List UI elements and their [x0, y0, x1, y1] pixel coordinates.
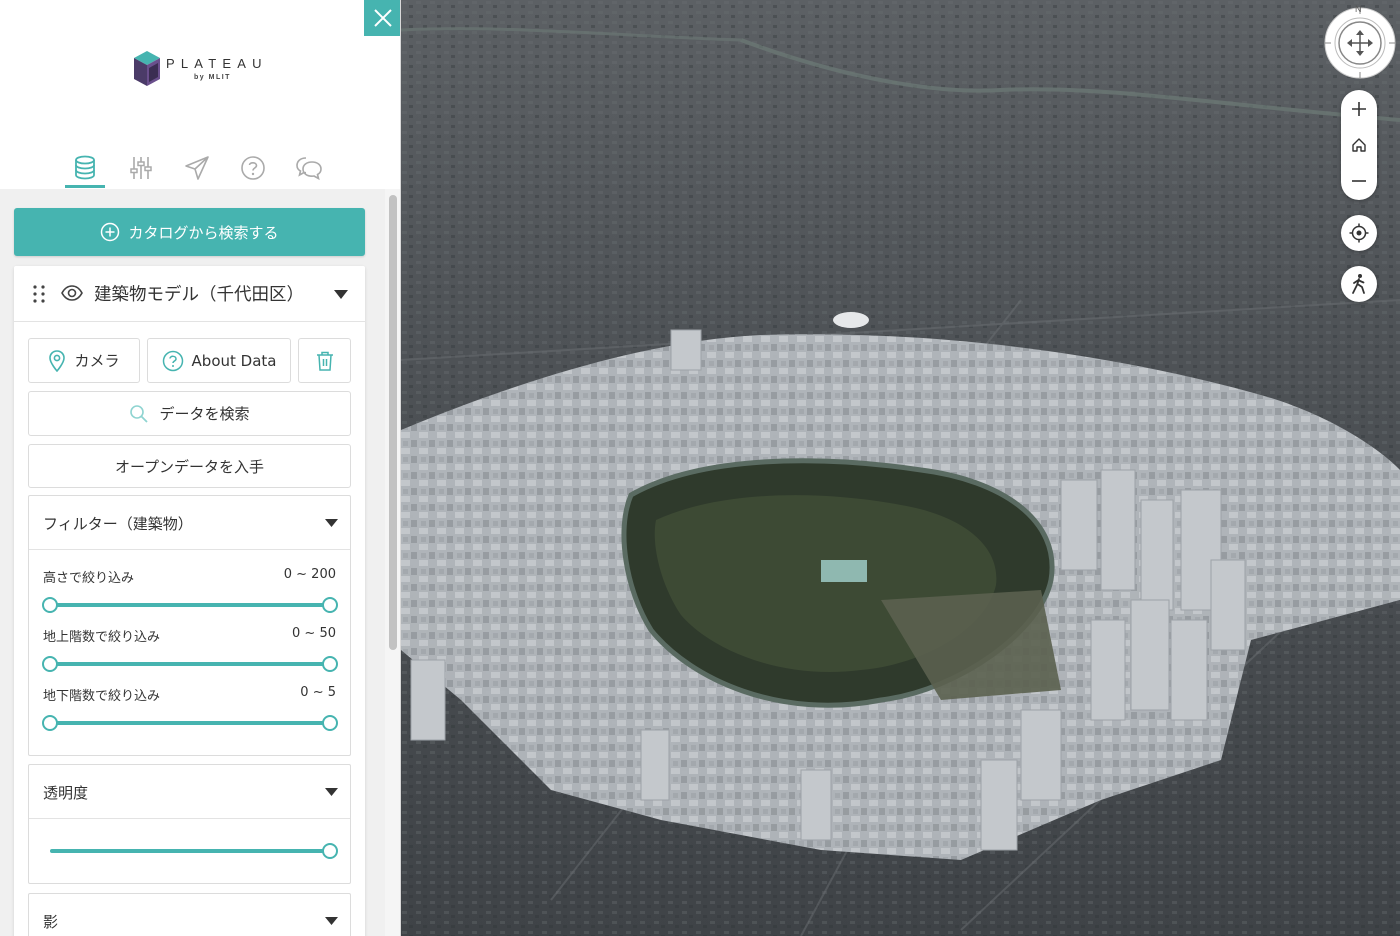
floors-below-filter-min-handle[interactable]: [42, 715, 58, 731]
plus-icon: [1352, 102, 1366, 116]
floors-above-filter-track[interactable]: [50, 662, 330, 666]
trash-icon: [316, 351, 333, 371]
open-data-label: オープンデータを入手: [114, 457, 265, 476]
chevron-down-icon[interactable]: [325, 917, 338, 925]
floors-above-filter-max-handle[interactable]: [322, 656, 338, 672]
sliders-icon: [130, 157, 152, 179]
budokan-roof: [833, 312, 869, 328]
search-catalog-label: カタログから検索する: [128, 223, 279, 242]
plateau-logo: PLATEAU by MLIT: [132, 50, 272, 90]
crosshair-icon: [1349, 223, 1369, 243]
shadow-section: 影: [28, 893, 351, 936]
floors-above-filter-min-handle[interactable]: [42, 656, 58, 672]
height-filter-min-handle[interactable]: [42, 597, 58, 613]
chevron-down-icon[interactable]: [325, 788, 338, 796]
height-filter-range: 0 ~ 200: [283, 567, 336, 582]
zoom-out-button[interactable]: [1341, 165, 1377, 197]
search-data-label: データを検索: [159, 405, 250, 423]
panel-scrollbar[interactable]: [385, 189, 400, 936]
opacity-slider-handle[interactable]: [322, 843, 338, 859]
scrollbar-thumb[interactable]: [389, 195, 397, 650]
opacity-section-header[interactable]: 透明度: [29, 765, 350, 819]
chevron-down-icon[interactable]: [325, 519, 338, 527]
tab-help[interactable]: [233, 150, 273, 188]
camera-label: カメラ: [74, 352, 120, 370]
chevron-down-icon[interactable]: [334, 290, 348, 299]
add-circle-icon: [101, 222, 120, 242]
drag-handle-icon[interactable]: [32, 284, 46, 304]
plateau-cube-icon: [134, 51, 160, 86]
database-icon: [75, 155, 95, 180]
shadow-section-header[interactable]: 影: [29, 894, 350, 936]
tab-data-layers[interactable]: [65, 150, 105, 188]
tab-settings[interactable]: [121, 150, 161, 188]
layer-title: 建築物モデル（千代田区）: [94, 285, 304, 305]
search-icon: [130, 404, 149, 423]
eye-icon[interactable]: [61, 285, 83, 301]
tab-share[interactable]: [177, 150, 217, 188]
delete-layer-button[interactable]: [298, 338, 351, 383]
floors-below-filter-range: 0 ~ 5: [300, 685, 336, 700]
about-data-label: About Data: [191, 351, 277, 370]
opacity-slider-track[interactable]: [50, 849, 330, 853]
filter-section-header[interactable]: フィルター（建築物）: [29, 496, 350, 550]
home-icon: [1352, 138, 1366, 152]
opacity-section: 透明度: [28, 764, 351, 884]
filter-section: フィルター（建築物） 高さで絞り込み 0 ~ 200 地上階数で絞り込み 0 ~…: [28, 495, 351, 756]
layer-header: 建築物モデル（千代田区）: [14, 266, 365, 322]
height-filter-max-handle[interactable]: [322, 597, 338, 613]
logo-text: PLATEAU: [166, 56, 268, 71]
layer-card: 建築物モデル（千代田区） カメラ About Data データを検索 オープンデ…: [14, 266, 365, 936]
floors-below-filter-track[interactable]: [50, 721, 330, 725]
search-catalog-button[interactable]: カタログから検索する: [14, 208, 365, 256]
close-icon: [373, 9, 392, 27]
opacity-section-title: 透明度: [43, 784, 89, 802]
walking-person-icon: [1352, 274, 1365, 294]
compass[interactable]: N: [1323, 4, 1397, 80]
help-icon: [241, 156, 265, 180]
sidebar-tabs: [57, 150, 341, 190]
zoom-controls: [1341, 90, 1377, 200]
open-data-button[interactable]: オープンデータを入手: [28, 444, 351, 488]
home-button[interactable]: [1341, 129, 1377, 161]
my-location-button[interactable]: [1341, 215, 1377, 251]
minus-icon: [1352, 180, 1366, 182]
sidebar: PLATEAU by MLIT カタログから検索する 建築物モデル（千代田区） …: [0, 0, 401, 936]
map-viewport[interactable]: N: [401, 0, 1400, 936]
location-pin-icon: [49, 349, 66, 372]
logo-subtitle: by MLIT: [194, 74, 231, 81]
search-data-button[interactable]: データを検索: [28, 391, 351, 436]
compass-icon: [1324, 7, 1396, 79]
pedestrian-mode-button[interactable]: [1341, 266, 1377, 302]
chat-icon: [296, 157, 322, 181]
height-filter-track[interactable]: [50, 603, 330, 607]
height-filter-label: 高さで絞り込み: [43, 571, 135, 586]
tab-feedback[interactable]: [289, 150, 329, 188]
floors-below-filter-max-handle[interactable]: [322, 715, 338, 731]
shadow-section-title: 影: [43, 913, 59, 931]
floors-above-filter-range: 0 ~ 50: [292, 626, 336, 641]
filter-section-title: フィルター（建築物）: [43, 515, 193, 533]
camera-button[interactable]: カメラ: [28, 338, 140, 383]
compass-north-label: N: [1355, 4, 1362, 14]
palace-building: [821, 560, 867, 582]
close-sidebar-button[interactable]: [364, 0, 400, 36]
zoom-in-button[interactable]: [1341, 93, 1377, 125]
floors-above-filter-label: 地上階数で絞り込み: [43, 630, 161, 645]
help-icon: [162, 350, 183, 371]
floors-below-filter-label: 地下階数で絞り込み: [43, 689, 161, 704]
send-icon: [185, 156, 209, 180]
about-data-button[interactable]: About Data: [147, 338, 291, 383]
3d-city-map[interactable]: [401, 0, 1400, 936]
